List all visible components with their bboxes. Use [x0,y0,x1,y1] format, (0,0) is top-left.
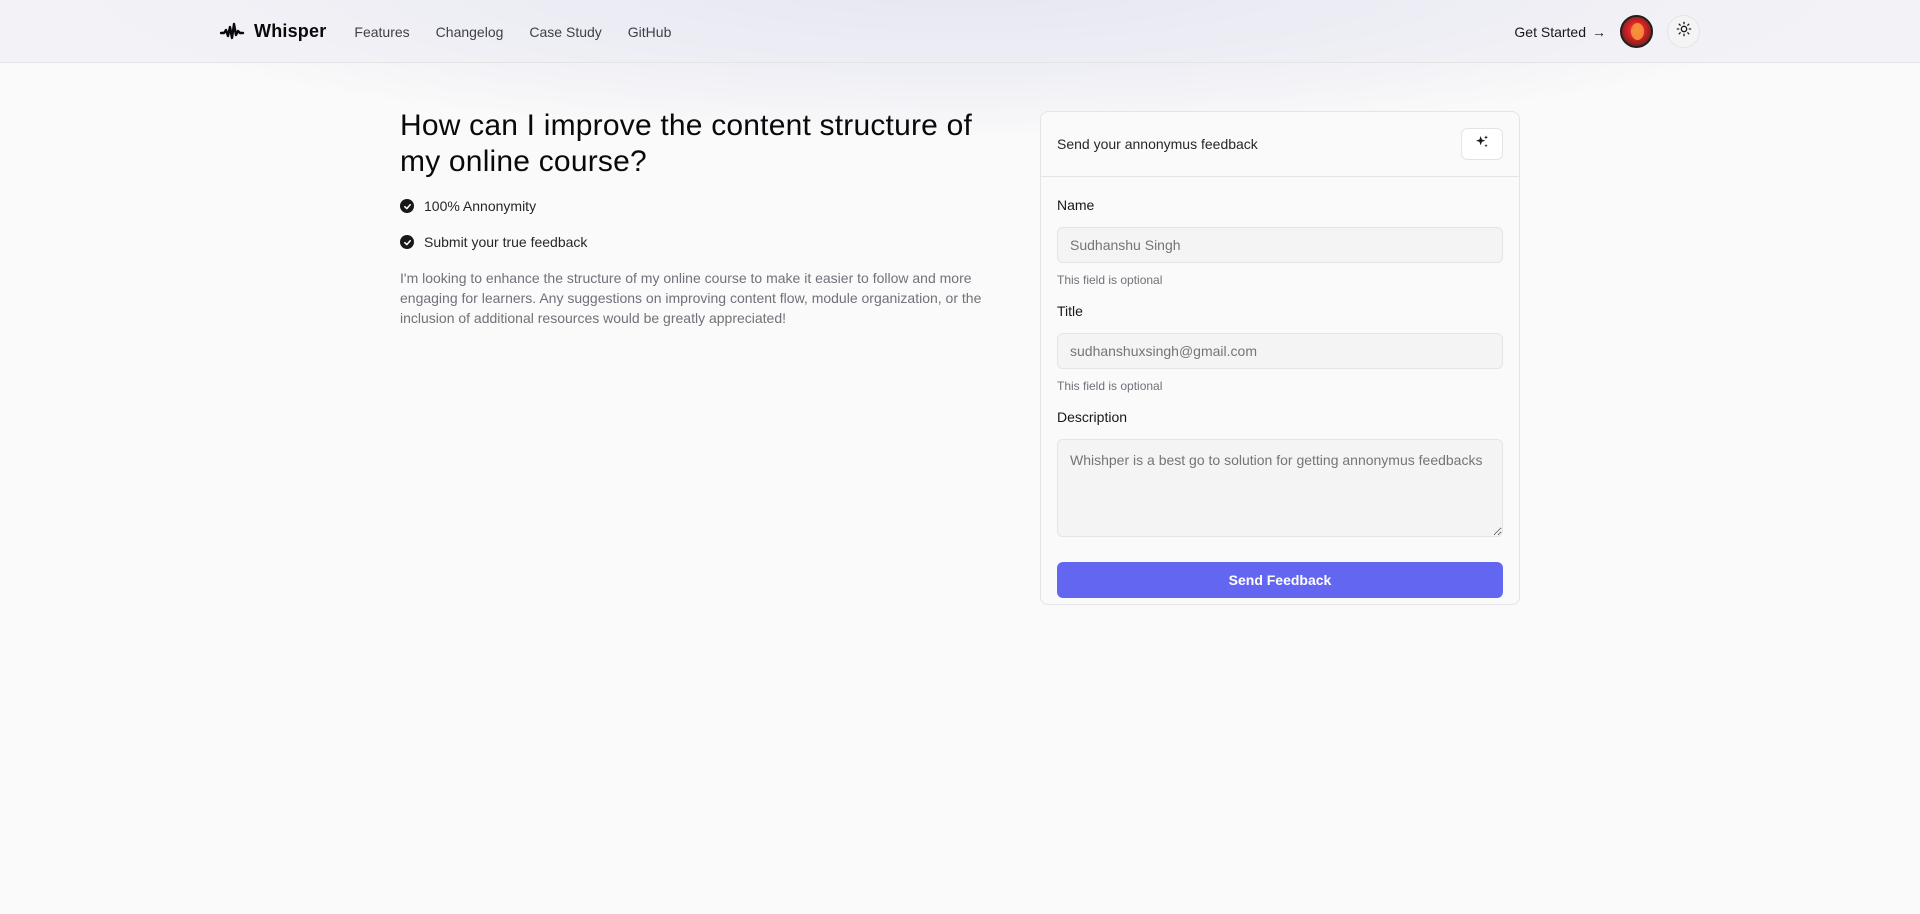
soundwave-icon [220,21,248,43]
nav-links: Features Changelog Case Study GitHub [354,24,671,40]
feedback-form: Name This field is optional Title This f… [1041,177,1519,598]
nav-link-features[interactable]: Features [354,24,409,40]
nav-link-changelog[interactable]: Changelog [436,24,504,40]
sun-icon [1676,21,1692,42]
navbar-inner: Whisper Features Changelog Case Study Gi… [220,0,1700,63]
feedback-form-card: Send your annonymus feedback Name This f… [1040,111,1520,605]
user-avatar[interactable] [1620,15,1653,48]
send-feedback-button[interactable]: Send Feedback [1057,562,1503,598]
navbar-right: Get Started → [1514,15,1700,48]
navbar-left: Whisper Features Changelog Case Study Gi… [220,21,671,43]
theme-toggle-button[interactable] [1667,15,1700,48]
name-hint: This field is optional [1057,273,1163,287]
title-hint: This field is optional [1057,379,1163,393]
navbar: Whisper Features Changelog Case Study Gi… [0,0,1920,63]
question-title: How can I improve the content structure … [400,109,972,178]
arrow-right-icon: → [1592,23,1606,40]
card-title: Send your annonymus feedback [1057,136,1258,152]
ai-suggest-button[interactable] [1461,128,1503,160]
check-circle-icon [400,235,414,249]
check-item-anonymity: 100% Annonymity [400,196,990,216]
question-description: I'm looking to enhance the structure of … [400,270,982,326]
feature-checklist: 100% Annonymity Submit your true feedbac… [400,196,990,252]
nav-link-github[interactable]: GitHub [628,24,672,40]
get-started-label: Get Started [1514,23,1586,40]
name-label: Name [1057,197,1095,213]
brand-logo[interactable]: Whisper [220,21,326,43]
check-item-label: Submit your true feedback [424,234,588,250]
description-textarea[interactable] [1057,439,1503,537]
check-item-label: 100% Annonymity [424,198,537,214]
check-item-true-feedback: Submit your true feedback [400,232,990,252]
brand-name: Whisper [254,21,327,41]
get-started-link[interactable]: Get Started → [1514,24,1606,40]
name-input[interactable] [1057,227,1503,263]
question-section: How can I improve the content structure … [400,108,990,328]
nav-link-case-study[interactable]: Case Study [529,24,601,40]
avatar-face [1631,23,1644,40]
sparkles-icon [1474,134,1490,155]
check-circle-icon [400,199,414,213]
card-header: Send your annonymus feedback [1041,112,1519,177]
description-label: Description [1057,409,1128,425]
title-input[interactable] [1057,333,1503,369]
title-label: Title [1057,303,1083,319]
